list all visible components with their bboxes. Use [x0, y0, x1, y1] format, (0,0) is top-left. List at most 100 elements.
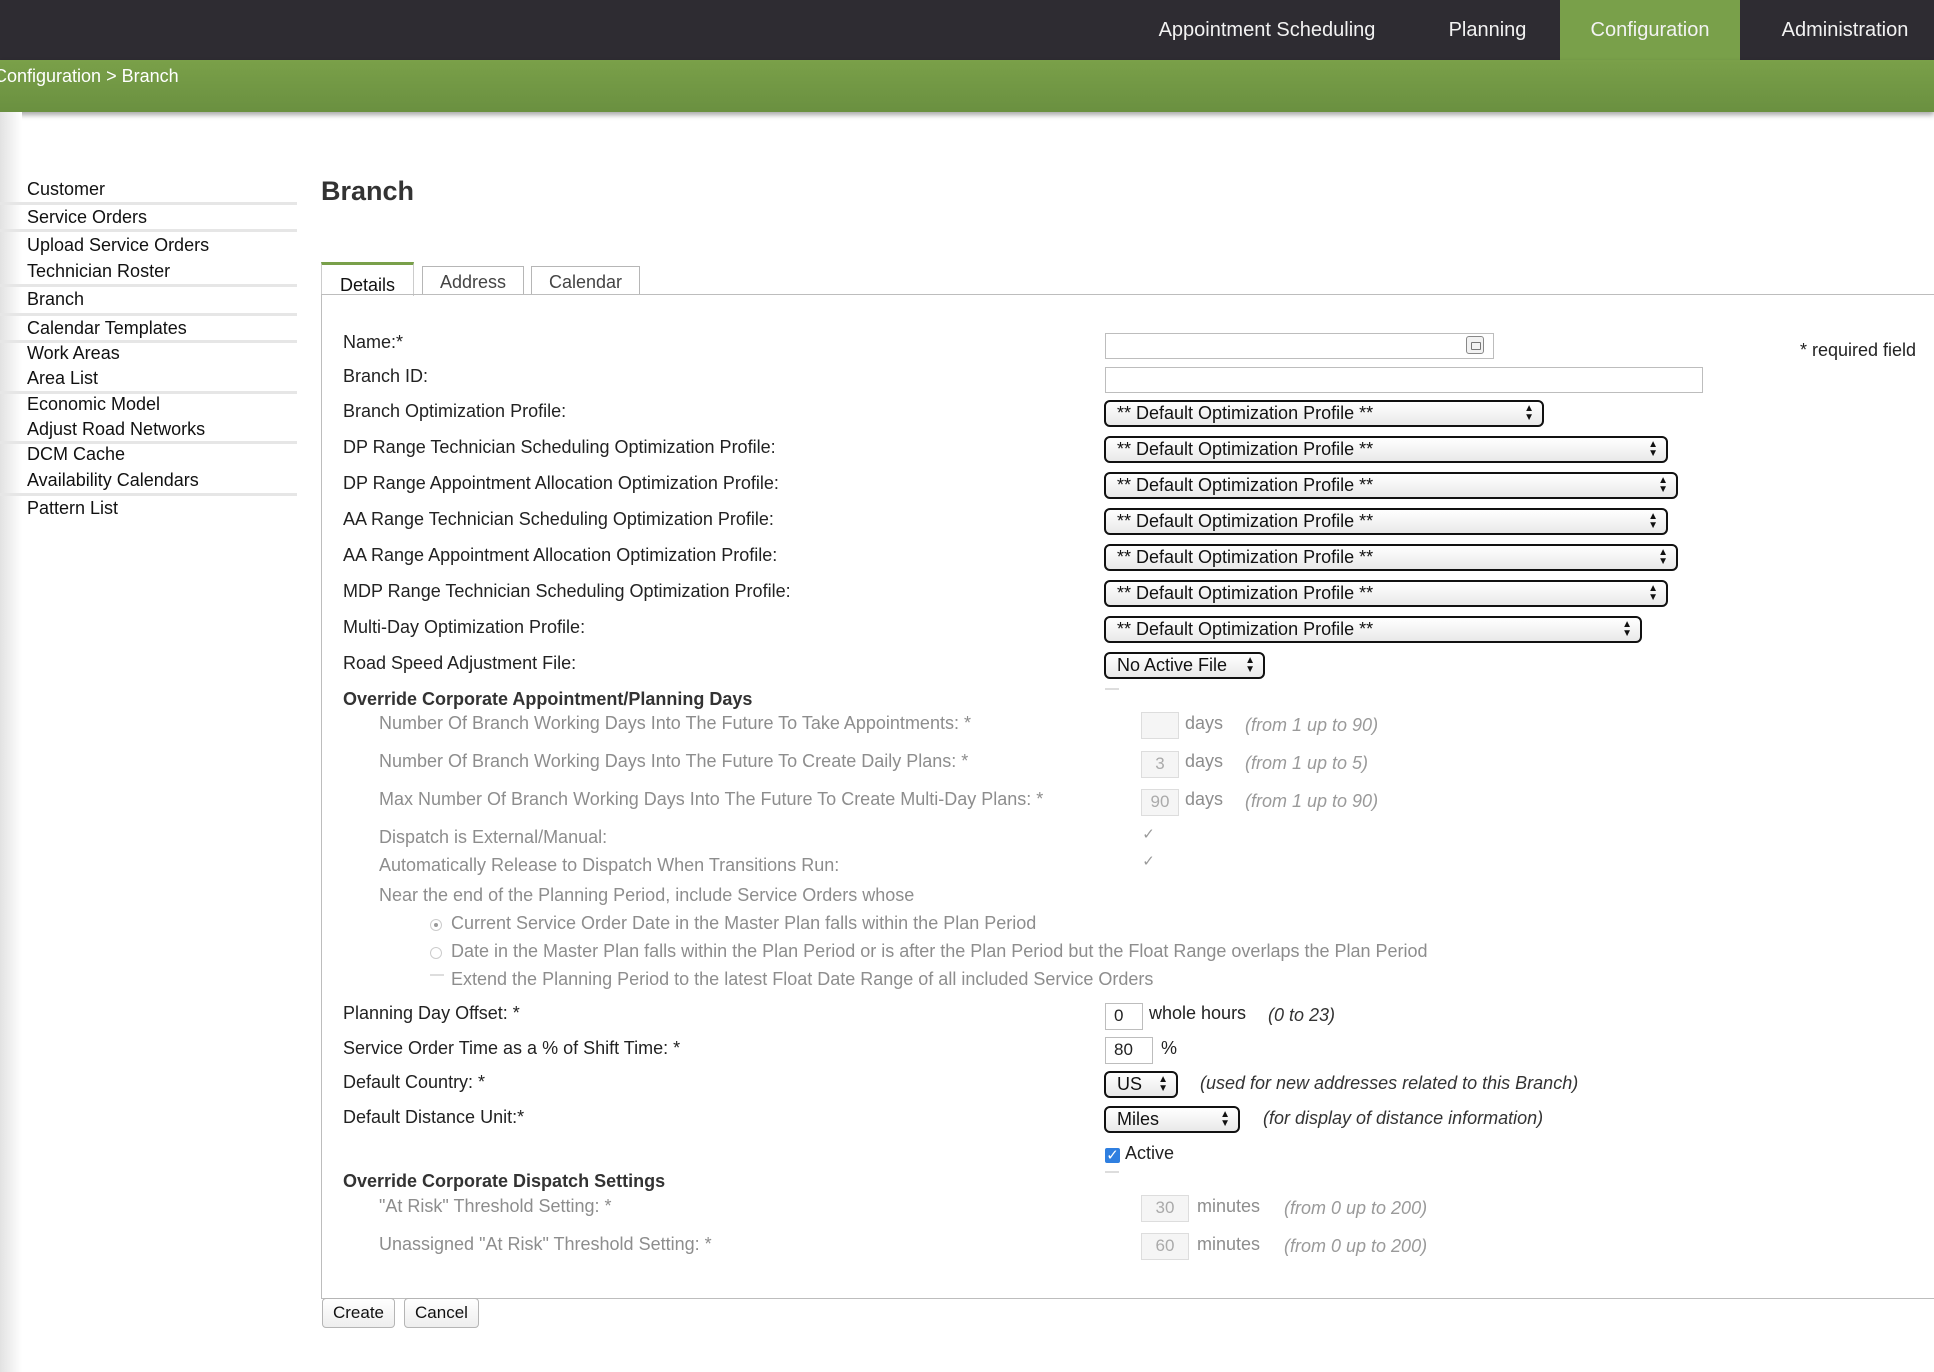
dp-appt-allocation-profile-label: DP Range Appointment Allocation Optimiza… [343, 473, 779, 493]
sidebar-item-upload-service-orders[interactable]: Upload Service Orders [0, 235, 297, 256]
sidebar-item-service-orders[interactable]: Service Orders [0, 207, 297, 228]
breadcrumb-current: Branch [121, 66, 179, 86]
aa-appt-allocation-profile-select[interactable]: ** Default Optimization Profile ** ▲ ▼ [1104, 544, 1678, 571]
top-navigation: Appointment Scheduling Planning Configur… [0, 0, 1934, 60]
breadcrumb-separator: > [106, 66, 117, 86]
planning-day-offset-unit: whole hours [1149, 1003, 1247, 1023]
extend-planning-checkbox[interactable] [430, 974, 444, 976]
sidebar-item-technician-roster[interactable]: Technician Roster [0, 261, 297, 282]
appt-days-input[interactable] [1141, 712, 1179, 739]
sidebar-divider [0, 229, 297, 232]
so-time-label: Service Order Time as a % of Shift Time:… [343, 1038, 681, 1058]
sidebar-divider [0, 313, 297, 316]
at-risk-threshold-unit: minutes [1197, 1196, 1261, 1216]
tab-configuration[interactable]: Configuration [1560, 0, 1740, 60]
sidebar-item-dcm-cache[interactable]: DCM Cache [0, 444, 297, 465]
branch-id-input[interactable] [1105, 367, 1703, 393]
tab-calendar[interactable]: Calendar [531, 266, 640, 295]
active-checkbox[interactable]: ✓ [1105, 1148, 1120, 1163]
planning-day-offset-input[interactable]: 0 [1105, 1003, 1143, 1030]
sidebar-divider [0, 493, 297, 496]
planning-day-offset-label: Planning Day Offset: * [343, 1003, 520, 1023]
override-dispatch-header: Override Corporate Dispatch Settings [343, 1171, 666, 1191]
dispatch-external-checkbox[interactable]: ✓ [1141, 827, 1156, 842]
override-planning-header: Override Corporate Appointment/Planning … [343, 689, 753, 709]
dp-appt-allocation-profile-select[interactable]: ** Default Optimization Profile ** ▲ ▼ [1104, 472, 1678, 499]
planning-day-offset-note: (0 to 23) [1268, 1005, 1336, 1025]
at-risk-threshold-label: "At Risk" Threshold Setting: * [379, 1196, 612, 1216]
radio-current-so-date-label: Current Service Order Date in the Master… [451, 913, 1037, 933]
sidebar-item-branch[interactable]: Branch [0, 289, 297, 310]
cancel-button[interactable]: Cancel [404, 1298, 479, 1328]
contact-card-icon[interactable] [1466, 336, 1484, 354]
tab-details[interactable]: Details [321, 262, 414, 296]
appt-days-range-note: (from 1 up to 90) [1245, 715, 1379, 735]
radio-float-range-overlap[interactable] [430, 947, 442, 959]
mdp-tech-scheduling-profile-select[interactable]: ** Default Optimization Profile ** ▲ ▼ [1104, 580, 1668, 607]
unassigned-at-risk-label: Unassigned "At Risk" Threshold Setting: … [379, 1234, 712, 1254]
sidebar-item-adjust-road-networks[interactable]: Adjust Road Networks [0, 419, 297, 440]
sidebar-item-economic-model[interactable]: Economic Model [0, 394, 297, 415]
radio-current-so-date[interactable] [430, 919, 442, 931]
tab-appointment-scheduling[interactable]: Appointment Scheduling [1141, 0, 1393, 60]
sidebar-item-pattern-list[interactable]: Pattern List [0, 498, 297, 519]
branch-optimization-profile-select[interactable]: ** Default Optimization Profile ** ▲ ▼ [1104, 400, 1544, 427]
daily-plans-label: Number Of Branch Working Days Into The F… [379, 751, 969, 771]
aa-tech-scheduling-profile-select[interactable]: ** Default Optimization Profile ** ▲ ▼ [1104, 508, 1668, 535]
radio-float-range-overlap-label: Date in the Master Plan falls within the… [451, 941, 1428, 961]
tab-planning[interactable]: Planning [1425, 0, 1550, 60]
multi-day-profile-label: Multi-Day Optimization Profile: [343, 617, 586, 637]
default-distance-unit-label: Default Distance Unit:* [343, 1107, 525, 1127]
sidebar-item-work-areas[interactable]: Work Areas [0, 343, 297, 364]
default-country-select[interactable]: US ▲ ▼ [1104, 1071, 1178, 1098]
select-arrows-icon: ▲ ▼ [1658, 475, 1668, 495]
sidebar-item-area-list[interactable]: Area List [0, 368, 297, 389]
sidebar-item-calendar-templates[interactable]: Calendar Templates [0, 318, 297, 339]
daily-plans-input[interactable]: 3 [1141, 751, 1179, 778]
so-time-input[interactable]: 80 [1105, 1037, 1153, 1064]
multi-day-profile-select[interactable]: ** Default Optimization Profile ** ▲ ▼ [1104, 616, 1642, 643]
extend-planning-label: Extend the Planning Period to the latest… [451, 969, 1154, 989]
name-label: Name:* [343, 332, 404, 352]
dp-tech-scheduling-profile-label: DP Range Technician Scheduling Optimizat… [343, 437, 776, 457]
tab-address[interactable]: Address [422, 266, 524, 295]
road-speed-file-label: Road Speed Adjustment File: [343, 653, 577, 673]
aa-tech-scheduling-profile-label: AA Range Technician Scheduling Optimizat… [343, 509, 774, 529]
aa-appt-allocation-profile-label: AA Range Appointment Allocation Optimiza… [343, 545, 778, 565]
road-speed-file-select[interactable]: No Active File ▲ ▼ [1104, 652, 1265, 679]
checkbox-placeholder [1105, 1171, 1119, 1173]
breadcrumb-configuration[interactable]: Configuration [0, 66, 101, 86]
active-label: Active [1125, 1143, 1175, 1163]
select-arrows-icon: ▲ ▼ [1245, 655, 1255, 675]
default-distance-unit-note: (for display of distance information) [1263, 1108, 1544, 1128]
default-distance-unit-select[interactable]: Miles ▲ ▼ [1104, 1106, 1240, 1133]
at-risk-threshold-note: (from 0 up to 200) [1284, 1198, 1428, 1218]
branch-optimization-profile-label: Branch Optimization Profile: [343, 401, 567, 421]
sidebar-item-customer[interactable]: Customer [0, 179, 297, 200]
multi-day-plans-input[interactable]: 90 [1141, 789, 1179, 816]
create-button[interactable]: Create [322, 1298, 395, 1328]
auto-release-checkbox[interactable]: ✓ [1141, 854, 1156, 869]
branch-id-label: Branch ID: [343, 366, 429, 386]
at-risk-threshold-input[interactable]: 30 [1141, 1195, 1189, 1222]
so-time-unit: % [1161, 1038, 1178, 1058]
default-country-label: Default Country: * [343, 1072, 486, 1092]
required-field-note: * required field [1800, 340, 1917, 360]
tab-administration[interactable]: Administration [1760, 0, 1930, 60]
name-input[interactable] [1105, 333, 1494, 359]
daily-plans-range-note: (from 1 up to 5) [1245, 753, 1369, 773]
checkbox-placeholder [1105, 688, 1119, 690]
multi-day-plans-unit: days [1185, 789, 1224, 809]
select-arrows-icon: ▲ ▼ [1658, 547, 1668, 567]
select-arrows-icon: ▲ ▼ [1220, 1109, 1230, 1129]
page-title: Branch [321, 176, 415, 206]
near-end-label: Near the end of the Planning Period, inc… [379, 885, 915, 905]
daily-plans-unit: days [1185, 751, 1224, 771]
appt-days-unit: days [1185, 713, 1224, 733]
unassigned-at-risk-input[interactable]: 60 [1141, 1233, 1189, 1260]
dp-tech-scheduling-profile-select[interactable]: ** Default Optimization Profile ** ▲ ▼ [1104, 436, 1668, 463]
unassigned-at-risk-note: (from 0 up to 200) [1284, 1236, 1428, 1256]
multi-day-plans-label: Max Number Of Branch Working Days Into T… [379, 789, 1044, 809]
sidebar-item-availability-calendars[interactable]: Availability Calendars [0, 470, 297, 491]
dispatch-external-label: Dispatch is External/Manual: [379, 827, 608, 847]
